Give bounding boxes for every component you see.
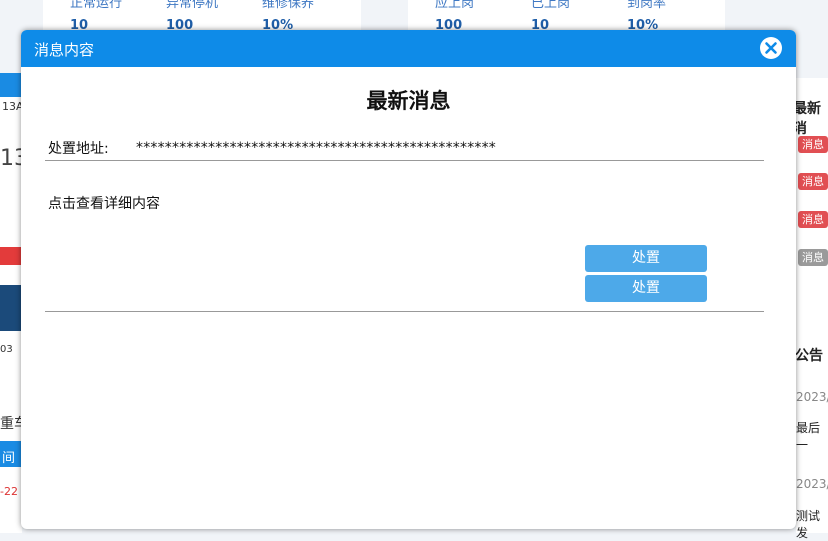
left-panel-header xyxy=(0,73,22,97)
notice-item[interactable]: 测试发 xyxy=(796,507,828,541)
news-tag: 消息 xyxy=(798,136,828,153)
address-label: 处置地址: xyxy=(48,141,109,157)
close-icon xyxy=(765,42,777,54)
modal-header: 消息内容 xyxy=(21,30,796,67)
modal-title: 消息内容 xyxy=(34,41,95,59)
notice-item[interactable]: 最后一 xyxy=(796,419,828,453)
stat-label: 已上岗 xyxy=(531,0,571,11)
message-modal: 消息内容 最新消息 处置地址: ************************… xyxy=(21,30,796,529)
left-image xyxy=(0,285,22,331)
left-fragment: -22 xyxy=(0,485,18,498)
close-button[interactable] xyxy=(760,37,782,59)
left-fragment: 03 xyxy=(0,344,13,355)
notice-date: 2023/ xyxy=(796,477,828,491)
news-tag: 消息 xyxy=(798,249,828,266)
stat-label: 到岗率 xyxy=(627,0,667,11)
divider xyxy=(45,160,764,161)
news-tag: 消息 xyxy=(798,173,828,190)
stat-label: 维修保养 xyxy=(262,0,315,11)
divider xyxy=(45,311,764,312)
stat-label: 应上岗 xyxy=(435,0,475,11)
left-red-strip xyxy=(0,247,22,265)
news-tag: 消息 xyxy=(798,211,828,228)
address-value: ****************************************… xyxy=(136,140,496,156)
left-fragment: 间 xyxy=(2,451,16,466)
stat-label: 异常停机 xyxy=(166,0,219,11)
news-heading: 最新消 xyxy=(793,101,821,137)
handle-button[interactable]: 处置 xyxy=(585,245,707,272)
notice-date: 2023/ xyxy=(796,390,828,404)
stat-label: 正常运行 xyxy=(70,0,123,11)
notice-heading: 公告 xyxy=(795,348,823,364)
handle-button[interactable]: 处置 xyxy=(585,275,707,302)
message-heading: 最新消息 xyxy=(366,89,451,113)
detail-link[interactable]: 点击查看详细内容 xyxy=(48,193,160,213)
